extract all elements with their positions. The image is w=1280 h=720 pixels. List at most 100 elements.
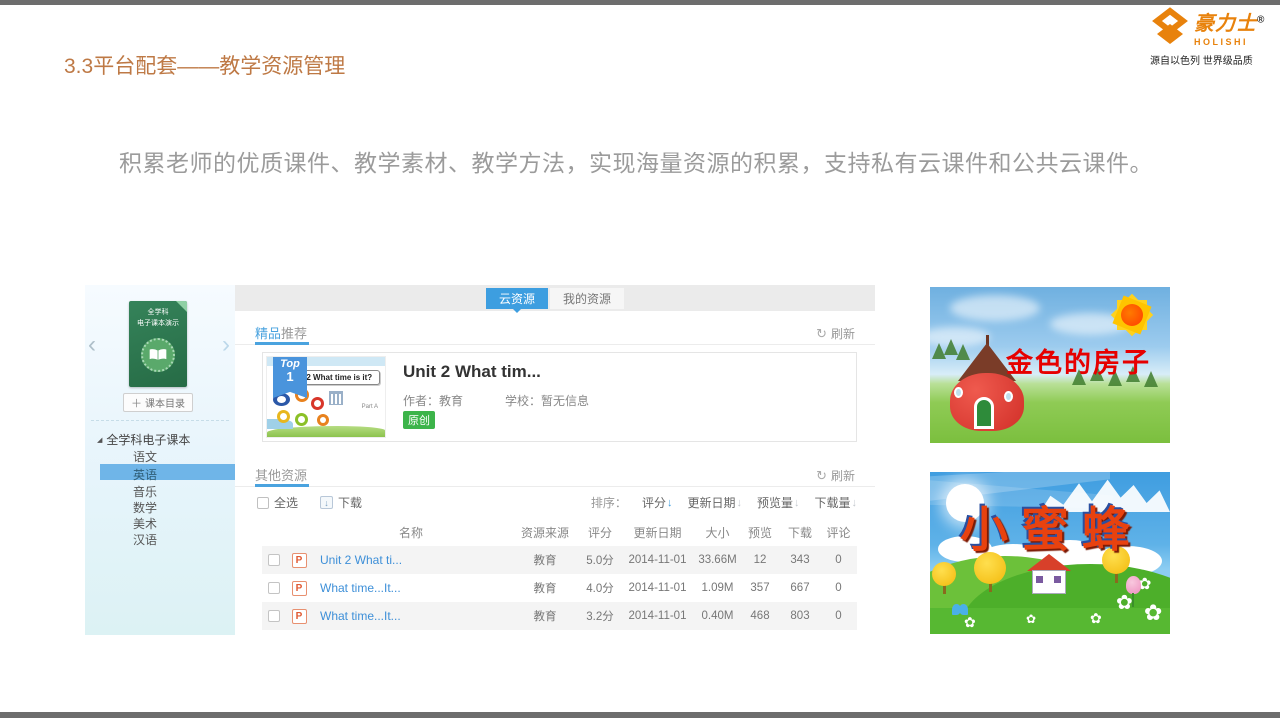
tree-item-yuwen[interactable]: 语文 <box>133 448 157 465</box>
catalog-button[interactable]: ＋ 课本目录 <box>123 393 193 412</box>
cell-size: 0.40M <box>695 602 740 630</box>
tulip-shape <box>1126 576 1141 594</box>
table-row: P What time...It... 教育 4.0分 2014-11-01 1… <box>262 574 857 602</box>
row-checkbox[interactable] <box>268 610 280 622</box>
tree-item-hanyu[interactable]: 汉语 <box>133 531 157 548</box>
registered-mark: ® <box>1257 14 1265 25</box>
featured-refresh-label: 刷新 <box>831 325 855 342</box>
sort-by-score[interactable]: 评分↓ <box>642 494 673 511</box>
ppt-file-icon: P <box>292 553 307 568</box>
tab-bar: 云资源 我的资源 <box>235 285 875 311</box>
flower-icon: ✿ <box>1090 610 1102 627</box>
cell-views: 357 <box>740 574 780 602</box>
building-icon <box>329 391 343 405</box>
main-panel: 云资源 我的资源 精品推荐 ↻ 刷新 <box>235 285 875 635</box>
author-label: 作者： <box>403 394 439 408</box>
sort-label: 排序： <box>591 494 627 511</box>
download-label: 下载 <box>338 494 362 511</box>
featured-card[interactable]: Unit2 What time is it? Part A Top 1 Unit… <box>262 352 857 442</box>
refresh-icon: ↻ <box>816 326 827 342</box>
section-divider <box>235 344 875 345</box>
flower-icon: ✿ <box>964 614 976 631</box>
cell-downloads: 803 <box>780 602 820 630</box>
table-row: P Unit 2 What ti... 教育 5.0分 2014-11-01 3… <box>262 546 857 574</box>
illustration-caption: 小蜜蜂 <box>960 490 1143 560</box>
row-checkbox[interactable] <box>268 554 280 566</box>
select-all-label: 全选 <box>274 494 298 511</box>
download-button[interactable]: ↓ 下载 <box>320 494 362 511</box>
cover-fold-icon <box>176 301 187 312</box>
cell-size: 33.66M <box>695 546 740 574</box>
select-all-control[interactable]: 全选 <box>257 494 298 511</box>
select-all-checkbox[interactable] <box>257 497 269 509</box>
featured-card-title[interactable]: Unit 2 What tim... <box>403 362 541 382</box>
row-checkbox[interactable] <box>268 582 280 594</box>
sort-by-downloads[interactable]: 下载量↓ <box>814 494 857 511</box>
cell-score: 5.0分 <box>580 546 620 574</box>
tab-my-resources[interactable]: 我的资源 <box>550 288 624 309</box>
logo-diamond-icon <box>1150 7 1190 47</box>
tab-cloud-resources-label: 云资源 <box>499 290 535 307</box>
cell-downloads: 667 <box>780 574 820 602</box>
sort-date-label: 更新日期 <box>687 494 735 511</box>
original-badge: 原创 <box>403 411 435 429</box>
logo-name-en: HOLISHI <box>1194 37 1265 47</box>
sidebar-divider <box>91 420 229 421</box>
prev-book-icon[interactable]: ‹ <box>88 333 96 357</box>
cell-comments: 0 <box>820 546 857 574</box>
tree-item-shuxue[interactable]: 数学 <box>133 499 157 516</box>
sort-downloads-label: 下载量 <box>814 494 850 511</box>
tree-item-meishu[interactable]: 美术 <box>133 515 157 532</box>
featured-thumbnail: Unit2 What time is it? Part A Top 1 <box>266 356 386 438</box>
resource-link[interactable]: Unit 2 What ti... <box>320 553 402 567</box>
tree-item-yinyue[interactable]: 音乐 <box>133 483 157 500</box>
author-value: 教育 <box>439 394 463 408</box>
header-source: 资源来源 <box>510 519 580 546</box>
open-book-icon <box>141 338 175 372</box>
sort-by-date[interactable]: 更新日期↓ <box>687 494 742 511</box>
table-row: P What time...It... 教育 3.2分 2014-11-01 0… <box>262 602 857 630</box>
cell-comments: 0 <box>820 602 857 630</box>
tree-root-label: 全学科电子课本 <box>106 431 190 448</box>
others-refresh-button[interactable]: ↻ 刷新 <box>816 467 855 484</box>
flower-icon: ✿ <box>1144 600 1162 626</box>
tree-item-yingyu[interactable]: 英语 <box>133 466 157 483</box>
thumb-part-label: Part A <box>362 404 378 410</box>
logo-tagline: 源自以色列 世界级品质 <box>1150 52 1274 67</box>
others-section-title: 其他资源 <box>255 465 307 484</box>
resource-link[interactable]: What time...It... <box>320 609 401 623</box>
cell-comments: 0 <box>820 574 857 602</box>
cell-source: 教育 <box>510 574 580 602</box>
tree-root[interactable]: ◢ 全学科电子课本 <box>97 431 190 448</box>
cell-size: 1.09M <box>695 574 740 602</box>
resource-link[interactable]: What time...It... <box>320 581 401 595</box>
header-comments: 评论 <box>820 519 857 546</box>
cell-source: 教育 <box>510 546 580 574</box>
illustration-caption: 金色的房子 <box>1006 341 1151 380</box>
featured-title-highlight: 精品 <box>255 326 281 341</box>
tree-selection-highlight <box>100 464 235 480</box>
book-cover[interactable]: 全学科 电子课本演示 <box>129 301 187 387</box>
yellow-tree-shape <box>932 562 956 586</box>
rank-number: 1 <box>273 370 307 384</box>
tab-my-resources-label: 我的资源 <box>563 290 611 307</box>
page-title: 3.3平台配套——教学资源管理 <box>64 50 345 80</box>
sort-by-views[interactable]: 预览量↓ <box>757 494 800 511</box>
cell-date: 2014-11-01 <box>620 574 695 602</box>
next-book-icon[interactable]: › <box>222 333 230 357</box>
header-downloads: 下载 <box>780 519 820 546</box>
resource-table: 名称 资源来源 评分 更新日期 大小 预览 下载 评论 P Unit 2 Wha… <box>262 519 857 630</box>
cloud-shape <box>950 295 1040 321</box>
resource-manager-screenshot: ‹ › 全学科 电子课本演示 ＋ 课本目录 ◢ 全学科电子课本 <box>85 285 875 635</box>
school-label: 学校： <box>505 394 541 408</box>
top-rank-ribbon: Top 1 <box>273 356 307 398</box>
clock-icon <box>317 414 329 426</box>
sort-arrow-icon: ↓ <box>794 497 800 509</box>
cell-views: 468 <box>740 602 780 630</box>
featured-title-rest: 推荐 <box>281 326 307 341</box>
sort-views-label: 预览量 <box>757 494 793 511</box>
sidebar: ‹ › 全学科 电子课本演示 ＋ 课本目录 ◢ 全学科电子课本 <box>85 285 235 635</box>
tab-cloud-resources[interactable]: 云资源 <box>486 288 548 309</box>
featured-section-title: 精品推荐 <box>255 323 307 342</box>
featured-refresh-button[interactable]: ↻ 刷新 <box>816 325 855 342</box>
